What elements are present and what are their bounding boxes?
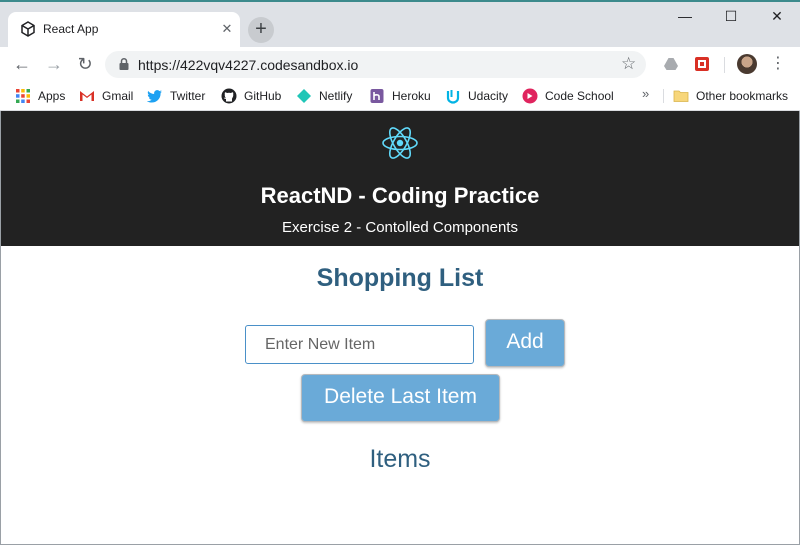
browser-titlebar: React App ✕ + — ☐ ✕ [0, 0, 800, 47]
bookmark-label: Apps [38, 89, 66, 103]
browser-toolbar: ← → ↻ https://422vqv4227.codesandbox.io … [0, 47, 800, 81]
bookmark-github[interactable]: GitHub [221, 87, 281, 105]
bookmark-label: Gmail [102, 89, 134, 103]
browser-menu-icon[interactable]: ⋮ [770, 53, 786, 75]
extension-icon[interactable] [694, 56, 710, 72]
github-icon [221, 88, 237, 104]
minimize-button[interactable]: — [662, 2, 708, 30]
url-text[interactable]: https://422vqv4227.codesandbox.io [138, 57, 358, 73]
bookmark-label: Udacity [468, 89, 509, 103]
bookmarks-bar: Apps Gmail Twitter GitHub Netlify Heroku [0, 81, 800, 111]
delete-last-item-button[interactable]: Delete Last Item [301, 374, 500, 422]
tab-react-app[interactable]: React App ✕ [8, 12, 240, 47]
bookmark-netlify[interactable]: Netlify [296, 87, 352, 105]
shopping-list-title: Shopping List [316, 264, 484, 292]
items-heading: Items [369, 445, 431, 473]
folder-icon [673, 90, 689, 102]
bookmark-label: Other bookmarks [696, 89, 789, 103]
profile-avatar[interactable] [737, 54, 757, 74]
more-bookmarks-chevron-icon[interactable]: » [642, 86, 649, 101]
bookmark-code-school[interactable]: Code School [522, 87, 614, 105]
bookmark-other-bookmarks[interactable]: Other bookmarks [673, 87, 788, 105]
udacity-icon [446, 90, 460, 104]
twitter-icon [147, 90, 162, 103]
bookmark-label: Code School [545, 89, 614, 103]
close-window-button[interactable]: ✕ [754, 2, 800, 30]
app-title: ReactND - Coding Practice [260, 183, 540, 208]
toolbar-divider [724, 57, 725, 73]
codesandbox-favicon-icon [21, 21, 35, 37]
add-button[interactable]: Add [485, 319, 565, 367]
bookmark-label: GitHub [244, 89, 282, 103]
heroku-icon [370, 89, 384, 103]
address-bar[interactable]: https://422vqv4227.codesandbox.io ☆ [105, 51, 646, 78]
react-logo-icon [382, 127, 418, 159]
maximize-button[interactable]: ☐ [708, 2, 754, 30]
bookmark-heroku[interactable]: Heroku [369, 87, 431, 105]
new-item-input[interactable] [245, 325, 474, 364]
tab-title: React App [43, 22, 99, 36]
bookmark-gmail[interactable]: Gmail [79, 87, 133, 105]
bookmark-label: Twitter [170, 89, 206, 103]
lock-icon[interactable] [117, 57, 131, 71]
page-content: ReactND - Coding Practice Exercise 2 - C… [0, 111, 800, 545]
bookmark-star-icon[interactable]: ☆ [621, 54, 636, 74]
bookmarks-divider [663, 89, 664, 103]
netlify-icon [297, 89, 311, 103]
tab-close-icon[interactable]: ✕ [219, 21, 235, 37]
app-header: ReactND - Coding Practice Exercise 2 - C… [0, 111, 800, 246]
bookmark-udacity[interactable]: Udacity [445, 87, 508, 105]
forward-button[interactable]: → [42, 52, 66, 76]
apps-grid-icon [16, 89, 30, 103]
codeschool-icon [522, 88, 538, 104]
back-button[interactable]: ← [10, 52, 34, 76]
gmail-icon [80, 91, 94, 101]
bookmark-label: Heroku [392, 89, 431, 103]
app-subtitle: Exercise 2 - Contolled Components [282, 219, 518, 236]
new-tab-button[interactable]: + [248, 17, 274, 43]
bookmark-apps[interactable]: Apps [15, 87, 65, 105]
bookmark-label: Netlify [319, 89, 353, 103]
google-drive-extension-icon[interactable] [663, 56, 679, 72]
reload-button[interactable]: ↻ [73, 52, 97, 76]
bookmark-twitter[interactable]: Twitter [147, 87, 205, 105]
